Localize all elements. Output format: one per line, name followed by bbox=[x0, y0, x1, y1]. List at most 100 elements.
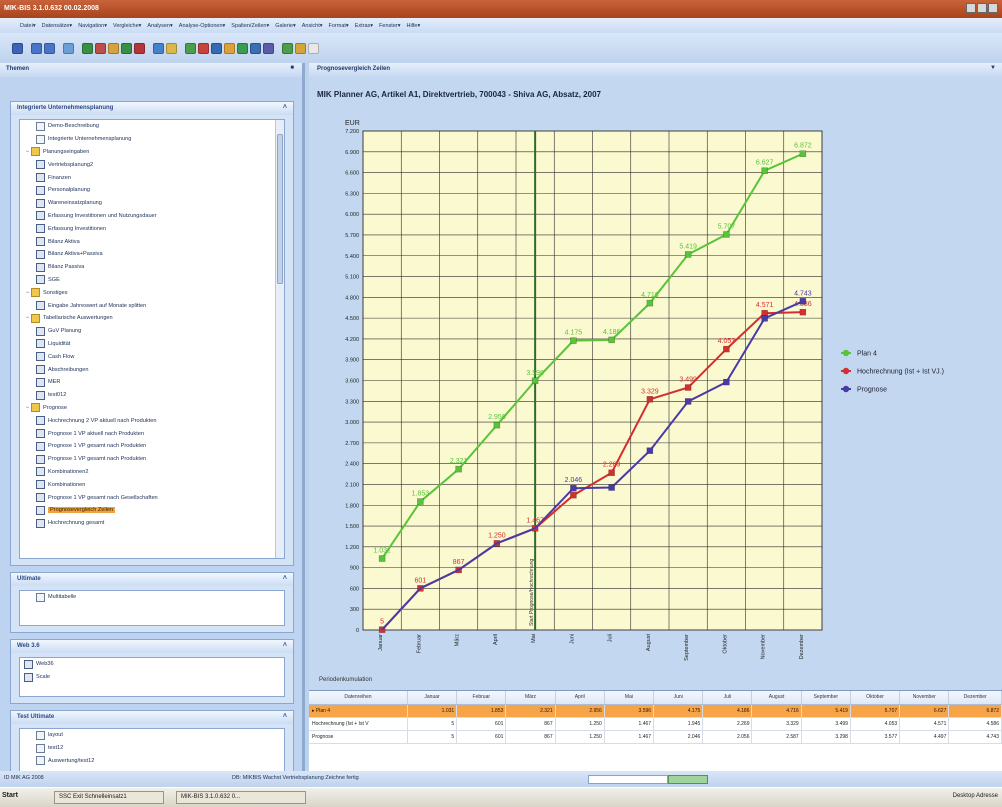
tree-item[interactable]: − Sonstiges bbox=[20, 286, 284, 299]
group-header[interactable]: Test Ultimate ˄ bbox=[11, 711, 293, 724]
tree-item[interactable]: Bilanz Aktiva bbox=[20, 235, 284, 248]
column-header[interactable]: Dezember bbox=[948, 691, 1002, 705]
table-cell[interactable]: 2.269 bbox=[702, 717, 753, 731]
filter-icon[interactable] bbox=[63, 42, 74, 54]
menu-item-10[interactable]: Extras▾ bbox=[355, 23, 373, 29]
table-cell[interactable]: 3.499 bbox=[801, 717, 851, 731]
data-point[interactable] bbox=[493, 421, 501, 429]
column-header[interactable]: Juli bbox=[702, 691, 753, 705]
analysis-icon[interactable] bbox=[82, 42, 93, 54]
tree-item[interactable]: Auswertung/test12 bbox=[20, 755, 284, 768]
grid-icon[interactable] bbox=[153, 42, 164, 54]
column-header[interactable]: Mai bbox=[604, 691, 655, 705]
tree-item[interactable]: Eingabe Jahreswert auf Monate splitten bbox=[20, 299, 284, 312]
table-cell[interactable]: 3.329 bbox=[751, 717, 802, 731]
table-cell[interactable]: 5 bbox=[407, 730, 458, 744]
collapse-icon[interactable]: ˄ bbox=[283, 713, 287, 720]
data-point[interactable] bbox=[531, 377, 539, 385]
tree-item[interactable]: SGE bbox=[20, 274, 284, 287]
forward-arrow-icon[interactable] bbox=[44, 42, 55, 54]
table-cell[interactable]: 6.627 bbox=[899, 704, 950, 718]
table-cell[interactable]: 1.945 bbox=[653, 717, 704, 731]
settings-icon[interactable] bbox=[295, 42, 306, 54]
tree-item[interactable]: Integrierte Unternehmensplanung bbox=[20, 133, 284, 146]
column-header[interactable]: November bbox=[899, 691, 950, 705]
tree-item[interactable]: Hochrechnung 2 VP aktuell nach Produkten bbox=[20, 414, 284, 427]
data-point[interactable] bbox=[646, 447, 654, 454]
column-header[interactable]: März bbox=[505, 691, 556, 705]
data-point[interactable] bbox=[761, 315, 768, 322]
column-header[interactable]: September bbox=[801, 691, 851, 705]
collapse-icon[interactable]: ˄ bbox=[283, 575, 287, 582]
group-header[interactable]: Integrierte Unternehmensplanung ˄ bbox=[11, 102, 293, 115]
tree-item[interactable]: Wareneinsatzplanung bbox=[20, 197, 284, 210]
menu-item-12[interactable]: Hilfe▾ bbox=[406, 23, 420, 29]
tree-item[interactable]: Scale bbox=[20, 671, 284, 684]
table-cell[interactable]: 5 bbox=[407, 717, 458, 731]
line-chart-icon[interactable] bbox=[185, 42, 196, 54]
sort-icon[interactable] bbox=[166, 42, 177, 54]
tree-item[interactable]: GuV Planung bbox=[20, 325, 284, 338]
scatter-chart-icon[interactable] bbox=[237, 42, 248, 54]
legend-item[interactable]: Plan 4 bbox=[857, 351, 877, 358]
tree-item[interactable]: Multitabelle bbox=[20, 591, 284, 604]
tree-item[interactable]: Abschreibungen bbox=[20, 363, 284, 376]
table-cell[interactable]: 4.743 bbox=[948, 730, 1002, 744]
data-point[interactable] bbox=[608, 336, 615, 344]
tree-item[interactable]: Prognose 1 VP aktuell nach Produkten bbox=[20, 427, 284, 440]
menu-item-0[interactable]: Datei▾ bbox=[20, 23, 36, 29]
tree-item[interactable]: Kombinationen2 bbox=[20, 466, 284, 479]
collapse-icon[interactable]: ˄ bbox=[283, 104, 287, 111]
data-point[interactable] bbox=[723, 231, 730, 238]
data-point[interactable] bbox=[723, 378, 730, 386]
collapse-icon[interactable]: ˄ bbox=[283, 642, 287, 649]
data-point[interactable] bbox=[608, 484, 615, 491]
table-row[interactable]: ▸ Plan 4 1.031 1.853 2.321 2.956 3.596 4.175 4.… bbox=[309, 704, 1002, 718]
tree-item[interactable]: − Prognose bbox=[20, 402, 284, 415]
data-point[interactable] bbox=[723, 345, 730, 353]
group-header[interactable]: Web 3.6 ˄ bbox=[11, 640, 293, 653]
table-cell[interactable]: 4.053 bbox=[850, 717, 901, 731]
table-cell[interactable]: 1.853 bbox=[456, 704, 507, 718]
scrollbar-thumb[interactable] bbox=[277, 134, 283, 284]
tree-item[interactable]: Liquidität bbox=[20, 338, 284, 351]
print-icon[interactable] bbox=[250, 42, 261, 54]
data-point[interactable] bbox=[608, 469, 615, 476]
tree-scrollbar[interactable] bbox=[275, 120, 284, 558]
chart-pie-icon[interactable] bbox=[95, 42, 106, 54]
data-point[interactable] bbox=[799, 308, 807, 316]
tree-item[interactable]: Hochrechnung gesamt bbox=[20, 517, 284, 530]
group-header[interactable]: Ultimate ˄ bbox=[11, 573, 293, 586]
menu-item-7[interactable]: Galerie▾ bbox=[275, 23, 296, 29]
tree-item[interactable]: Bilanz Aktiva+Passiva bbox=[20, 248, 284, 261]
data-point[interactable] bbox=[570, 337, 577, 344]
data-point[interactable] bbox=[417, 498, 424, 505]
tree-item[interactable]: Web36 bbox=[20, 658, 284, 671]
table-cell[interactable]: 4.716 bbox=[751, 704, 802, 718]
row-label[interactable]: ▸ Plan 4 bbox=[309, 704, 408, 718]
table-row[interactable]: Hochrechnung (Ist + Ist V 5 601 867 1.250 1.4… bbox=[309, 717, 1002, 731]
tree-item[interactable]: Prognose 1 VP gesamt nach Produkten bbox=[20, 453, 284, 466]
table-cell[interactable]: 4.586 bbox=[948, 717, 1002, 731]
tree-item[interactable]: Kombinationen bbox=[20, 478, 284, 491]
table-cell[interactable]: 2.956 bbox=[555, 704, 605, 718]
expand-icon[interactable]: − bbox=[24, 315, 31, 321]
column-header[interactable]: Januar bbox=[407, 691, 458, 705]
tree-item[interactable]: − Planungseingaben bbox=[20, 146, 284, 159]
tree-item[interactable]: Prognose 1 VP gesamt nach Produkten bbox=[20, 440, 284, 453]
table-icon[interactable] bbox=[121, 42, 132, 54]
column-header[interactable]: Datenreihen bbox=[309, 691, 408, 705]
tree-item[interactable]: MER bbox=[20, 376, 284, 389]
column-header[interactable]: August bbox=[751, 691, 802, 705]
data-point[interactable] bbox=[378, 555, 386, 562]
menu-item-4[interactable]: Analysen▾ bbox=[147, 23, 172, 29]
data-point[interactable] bbox=[684, 398, 692, 405]
table-row[interactable]: Prognose 5 601 867 1.250 1.467 2.046 2.056 2.587… bbox=[309, 730, 1002, 744]
column-header[interactable]: Oktober bbox=[850, 691, 901, 705]
table-cell[interactable]: 6.872 bbox=[948, 704, 1002, 718]
help-icon[interactable] bbox=[308, 42, 319, 54]
table-cell[interactable]: 601 bbox=[456, 717, 507, 731]
table-cell[interactable]: 3.298 bbox=[801, 730, 851, 744]
table-cell[interactable]: 1.250 bbox=[555, 717, 605, 731]
refresh-icon[interactable] bbox=[282, 42, 293, 54]
